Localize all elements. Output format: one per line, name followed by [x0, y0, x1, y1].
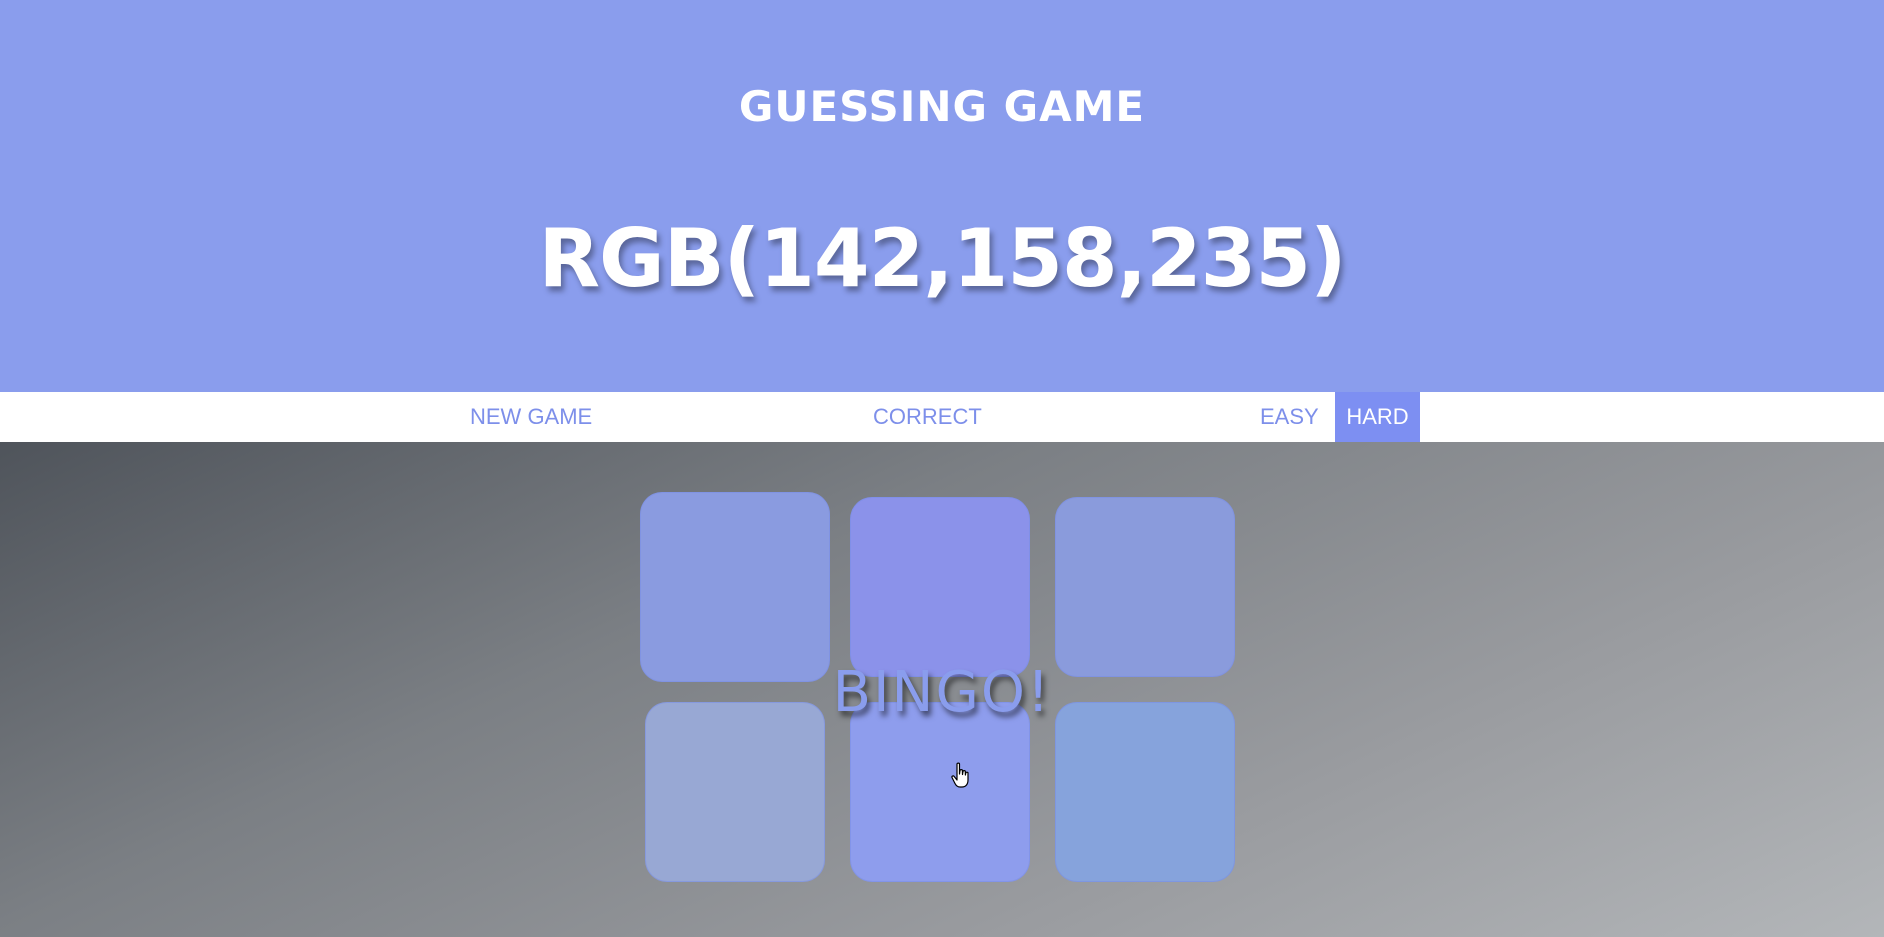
hand-cursor-icon — [951, 762, 969, 788]
toolbar: NEW GAME CORRECT EASY HARD — [0, 392, 1884, 442]
color-square[interactable] — [850, 497, 1030, 677]
color-square[interactable] — [640, 492, 830, 682]
status-message: CORRECT — [873, 404, 982, 429]
page-title: GUESSING GAME — [738, 82, 1146, 131]
color-square[interactable] — [1055, 497, 1235, 677]
new-game-button[interactable]: NEW GAME — [460, 392, 602, 442]
header: GUESSING GAME RGB(142,158,235) — [0, 0, 1884, 392]
target-color-display: RGB(142,158,235) — [538, 212, 1346, 305]
color-square[interactable] — [645, 702, 825, 882]
color-square[interactable] — [1055, 702, 1235, 882]
easy-mode-button[interactable]: EASY — [1250, 392, 1329, 442]
hard-mode-button[interactable]: HARD — [1335, 392, 1420, 442]
color-square[interactable] — [850, 702, 1030, 882]
